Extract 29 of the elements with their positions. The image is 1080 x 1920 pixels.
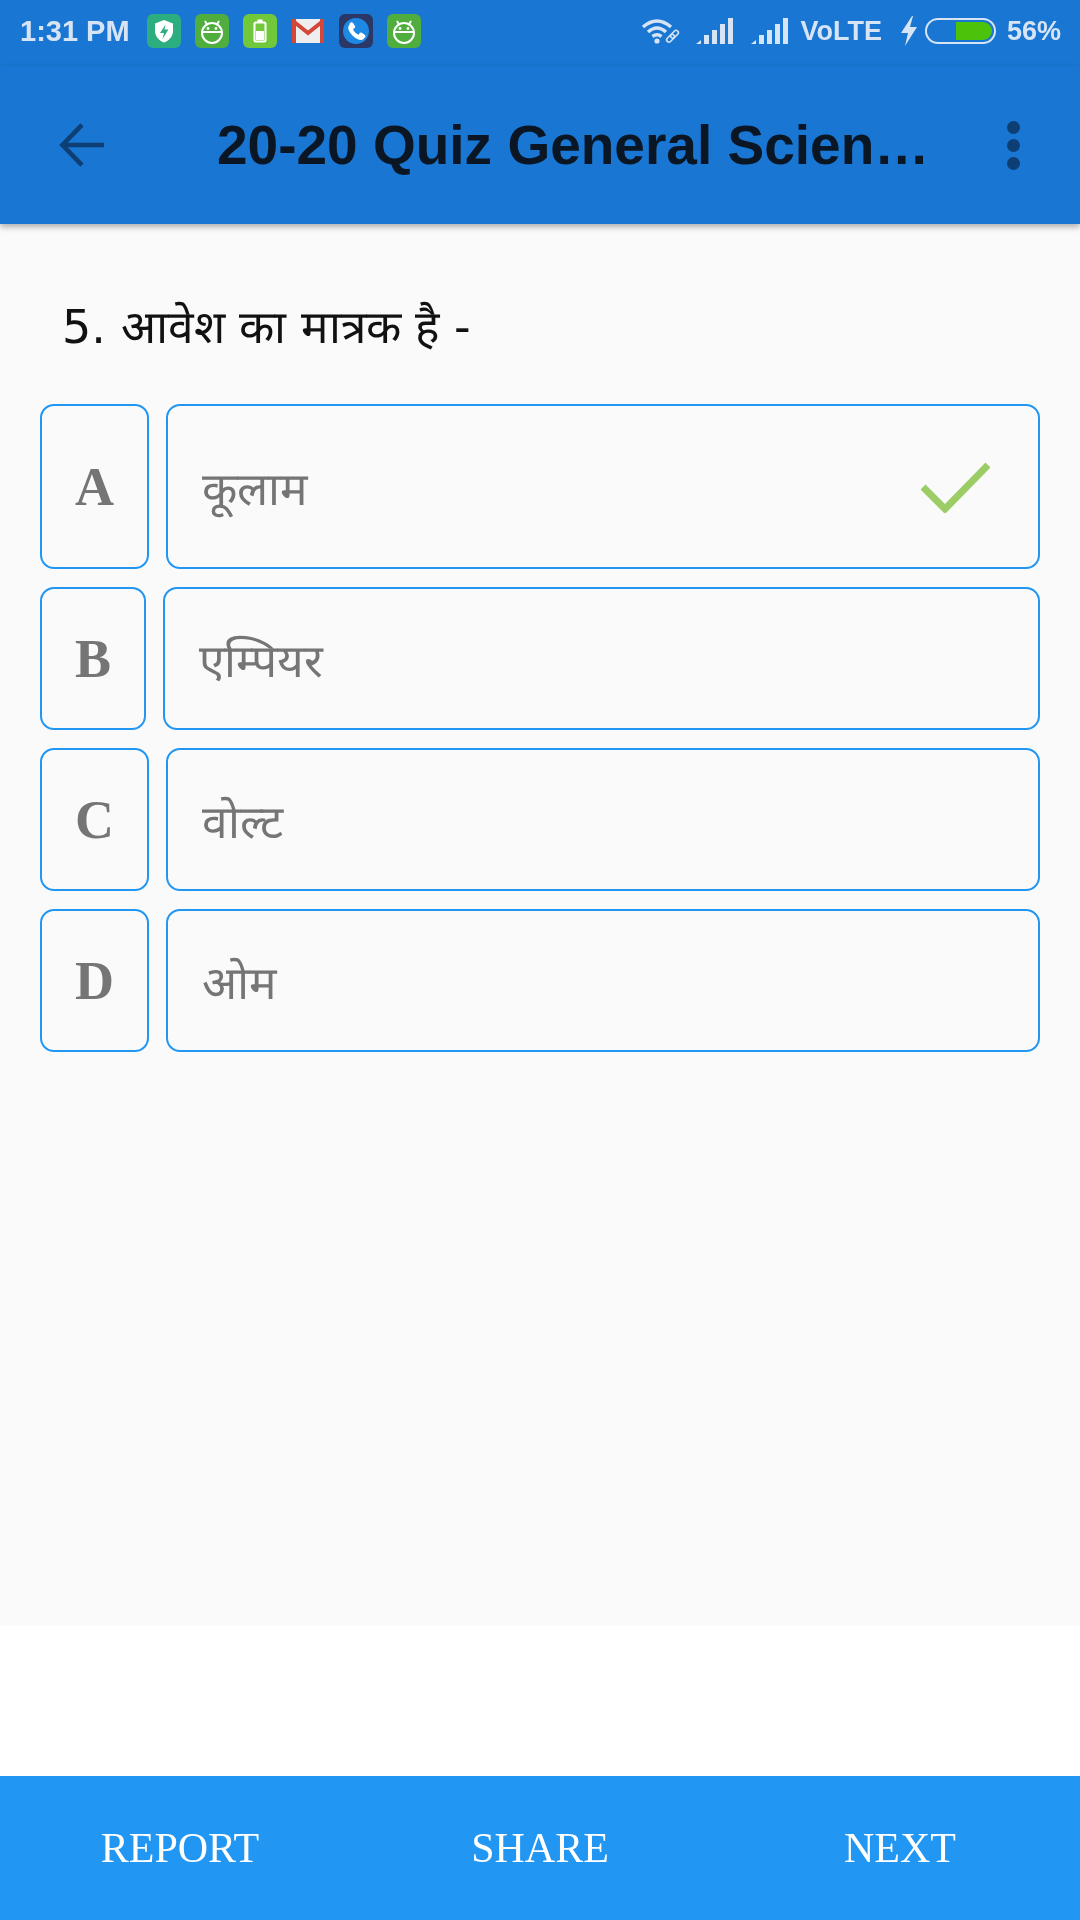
option-letter-button[interactable]: A (40, 404, 149, 569)
answer-option-button[interactable]: एम्पियर (163, 587, 1040, 730)
android-robot-icon (194, 14, 229, 48)
answer-option-button[interactable]: कूलाम (166, 404, 1040, 569)
question-text: 5. आवेश का मात्रक है - (62, 299, 472, 356)
overflow-menu-icon[interactable] (1007, 120, 1020, 170)
option-letter-button[interactable]: B (40, 587, 147, 730)
status-time: 1:31 PM (20, 14, 130, 48)
network-type-label: VoLTE (800, 15, 882, 47)
battery-level-icon (924, 18, 996, 44)
report-button[interactable]: REPORT (0, 1776, 360, 1920)
answer-option-button[interactable]: ओम (166, 909, 1040, 1052)
android-robot-icon (386, 14, 421, 48)
battery-percent: 56% (1006, 15, 1061, 47)
option-letter-button[interactable]: D (40, 909, 149, 1052)
check-icon (921, 460, 990, 513)
signal-icon (751, 18, 789, 44)
shield-bolt-icon (146, 14, 181, 48)
wifi-icon (640, 17, 681, 45)
battery-icon (242, 14, 277, 48)
phone-icon (338, 14, 373, 48)
answer-option-button[interactable]: वोल्ट (166, 748, 1040, 891)
charging-bolt-icon (900, 16, 917, 46)
share-button[interactable]: SHARE (360, 1776, 720, 1920)
option-letter-button[interactable]: C (40, 748, 149, 891)
next-button[interactable]: NEXT (720, 1776, 1080, 1920)
back-arrow-icon[interactable] (59, 122, 105, 168)
signal-icon (696, 18, 734, 44)
app-bar-title: 20-20 Quiz General Scien… (217, 113, 931, 177)
